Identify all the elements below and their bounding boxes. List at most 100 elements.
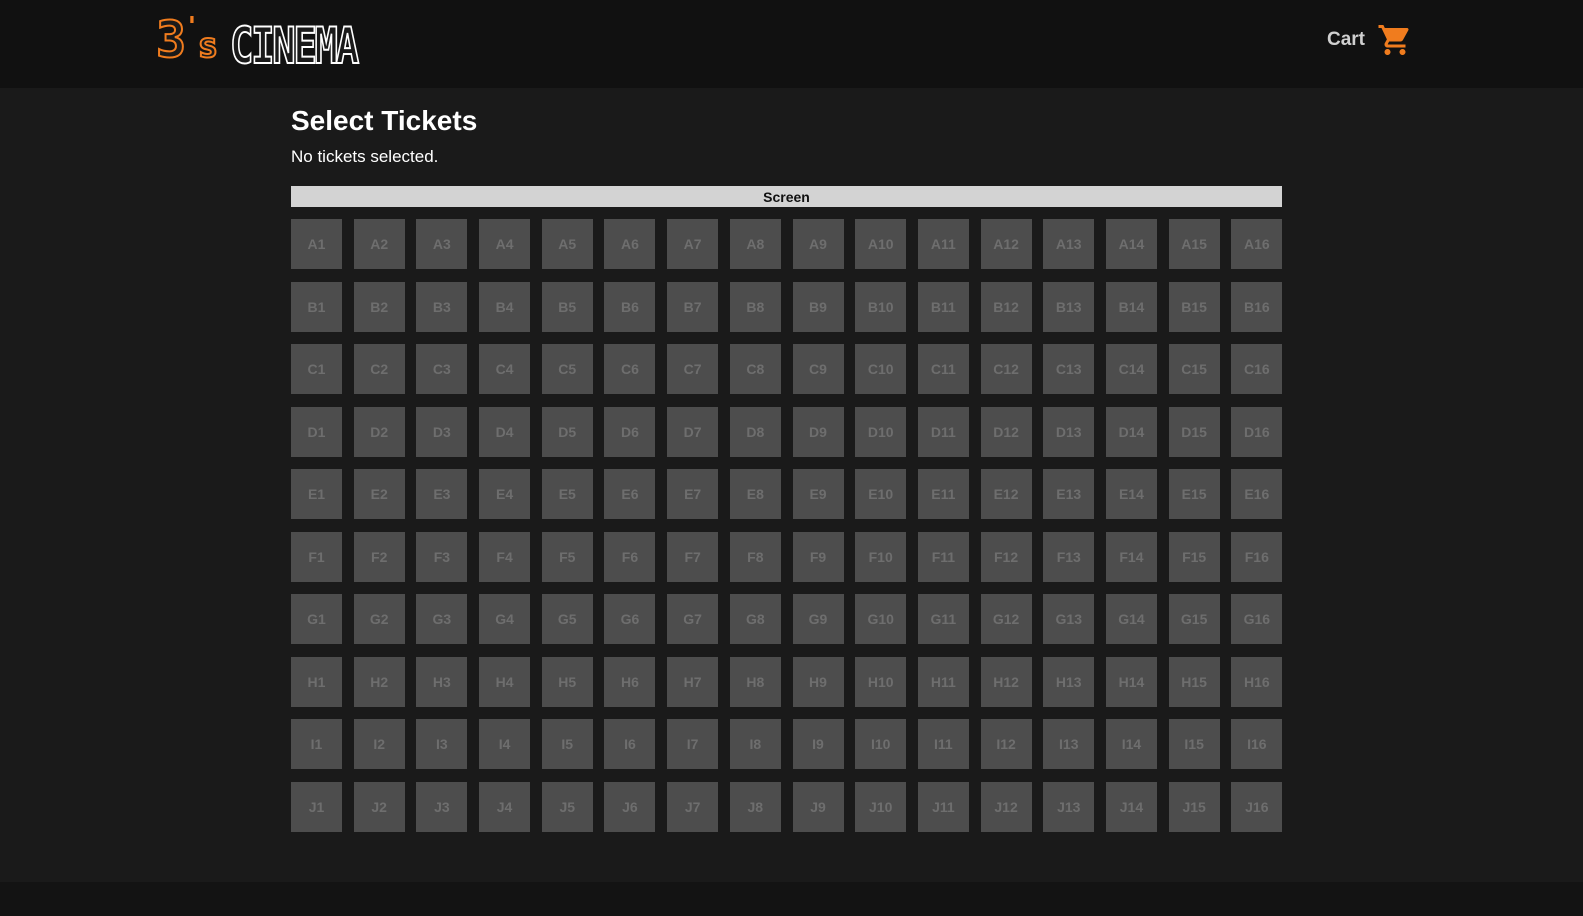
seat-c12[interactable]: C12 [980, 344, 1032, 394]
seat-b12[interactable]: B12 [980, 281, 1032, 332]
seat-i13[interactable]: I13 [1043, 719, 1095, 769]
seat-d15[interactable]: D15 [1168, 406, 1220, 457]
seat-g14[interactable]: G14 [1105, 594, 1157, 644]
seat-c4[interactable]: C4 [479, 344, 531, 394]
seat-i11[interactable]: I11 [917, 719, 969, 769]
seat-b2[interactable]: B2 [353, 281, 405, 332]
seat-d3[interactable]: D3 [416, 406, 468, 457]
seat-i2[interactable]: I2 [353, 719, 405, 769]
seat-f8[interactable]: F8 [729, 531, 781, 582]
seat-i8[interactable]: I8 [729, 719, 781, 769]
seat-i3[interactable]: I3 [416, 719, 468, 769]
seat-g13[interactable]: G13 [1043, 594, 1095, 644]
seat-b10[interactable]: B10 [855, 281, 907, 332]
seat-b6[interactable]: B6 [604, 281, 656, 332]
seat-b8[interactable]: B8 [729, 281, 781, 332]
seat-j7[interactable]: J7 [667, 781, 719, 832]
seat-g12[interactable]: G12 [980, 594, 1032, 644]
seat-c10[interactable]: C10 [855, 344, 907, 394]
seat-d8[interactable]: D8 [729, 406, 781, 457]
seat-g15[interactable]: G15 [1168, 594, 1220, 644]
seat-b15[interactable]: B15 [1168, 281, 1220, 332]
seat-b3[interactable]: B3 [416, 281, 468, 332]
seat-i12[interactable]: I12 [980, 719, 1032, 769]
seat-e15[interactable]: E15 [1168, 469, 1220, 519]
seat-i7[interactable]: I7 [667, 719, 719, 769]
seat-e5[interactable]: E5 [541, 469, 593, 519]
seat-e9[interactable]: E9 [792, 469, 844, 519]
seat-b9[interactable]: B9 [792, 281, 844, 332]
seat-h4[interactable]: H4 [479, 656, 531, 707]
seat-e10[interactable]: E10 [855, 469, 907, 519]
seat-c5[interactable]: C5 [541, 344, 593, 394]
seat-h14[interactable]: H14 [1105, 656, 1157, 707]
seat-a9[interactable]: A9 [792, 219, 844, 269]
seat-h10[interactable]: H10 [855, 656, 907, 707]
seat-b1[interactable]: B1 [291, 281, 342, 332]
seat-b14[interactable]: B14 [1105, 281, 1157, 332]
seat-a2[interactable]: A2 [353, 219, 405, 269]
seat-i9[interactable]: I9 [792, 719, 844, 769]
seat-g3[interactable]: G3 [416, 594, 468, 644]
seat-g5[interactable]: G5 [541, 594, 593, 644]
seat-d4[interactable]: D4 [479, 406, 531, 457]
seat-d12[interactable]: D12 [980, 406, 1032, 457]
seat-j12[interactable]: J12 [980, 781, 1032, 832]
seat-j13[interactable]: J13 [1043, 781, 1095, 832]
seat-i16[interactable]: I16 [1231, 719, 1283, 769]
seat-d7[interactable]: D7 [667, 406, 719, 457]
seat-a6[interactable]: A6 [604, 219, 656, 269]
seat-f7[interactable]: F7 [667, 531, 719, 582]
seat-h15[interactable]: H15 [1168, 656, 1220, 707]
seat-j4[interactable]: J4 [479, 781, 531, 832]
seat-a12[interactable]: A12 [980, 219, 1032, 269]
seat-j8[interactable]: J8 [729, 781, 781, 832]
seat-h3[interactable]: H3 [416, 656, 468, 707]
seat-a4[interactable]: A4 [479, 219, 531, 269]
seat-i14[interactable]: I14 [1105, 719, 1157, 769]
seat-e1[interactable]: E1 [291, 469, 342, 519]
seat-a15[interactable]: A15 [1168, 219, 1220, 269]
seat-b13[interactable]: B13 [1043, 281, 1095, 332]
seat-j10[interactable]: J10 [855, 781, 907, 832]
seat-a16[interactable]: A16 [1231, 219, 1283, 269]
seat-a3[interactable]: A3 [416, 219, 468, 269]
seat-h12[interactable]: H12 [980, 656, 1032, 707]
seat-h13[interactable]: H13 [1043, 656, 1095, 707]
seat-i10[interactable]: I10 [855, 719, 907, 769]
seat-d1[interactable]: D1 [291, 406, 342, 457]
seat-h8[interactable]: H8 [729, 656, 781, 707]
seat-h5[interactable]: H5 [541, 656, 593, 707]
seat-f16[interactable]: F16 [1231, 531, 1283, 582]
seat-j9[interactable]: J9 [792, 781, 844, 832]
seat-f14[interactable]: F14 [1105, 531, 1157, 582]
seat-j15[interactable]: J15 [1168, 781, 1220, 832]
seat-h6[interactable]: H6 [604, 656, 656, 707]
seat-a10[interactable]: A10 [855, 219, 907, 269]
seat-j1[interactable]: J1 [291, 781, 342, 832]
seat-d11[interactable]: D11 [917, 406, 969, 457]
seat-a11[interactable]: A11 [917, 219, 969, 269]
seat-j6[interactable]: J6 [604, 781, 656, 832]
seat-g7[interactable]: G7 [667, 594, 719, 644]
seat-e14[interactable]: E14 [1105, 469, 1157, 519]
seat-h1[interactable]: H1 [291, 656, 342, 707]
seat-f2[interactable]: F2 [353, 531, 405, 582]
seat-g10[interactable]: G10 [855, 594, 907, 644]
seat-h2[interactable]: H2 [353, 656, 405, 707]
seat-d10[interactable]: D10 [855, 406, 907, 457]
seat-g2[interactable]: G2 [353, 594, 405, 644]
seat-a13[interactable]: A13 [1043, 219, 1095, 269]
seat-b16[interactable]: B16 [1231, 281, 1283, 332]
seat-c6[interactable]: C6 [604, 344, 656, 394]
seat-j11[interactable]: J11 [917, 781, 969, 832]
seat-c1[interactable]: C1 [291, 344, 342, 394]
seat-e16[interactable]: E16 [1231, 469, 1283, 519]
seat-e4[interactable]: E4 [479, 469, 531, 519]
seat-b7[interactable]: B7 [667, 281, 719, 332]
shopping-cart-icon[interactable] [1377, 22, 1413, 58]
seat-j5[interactable]: J5 [541, 781, 593, 832]
seat-g16[interactable]: G16 [1231, 594, 1283, 644]
seat-b11[interactable]: B11 [917, 281, 969, 332]
seat-e12[interactable]: E12 [980, 469, 1032, 519]
